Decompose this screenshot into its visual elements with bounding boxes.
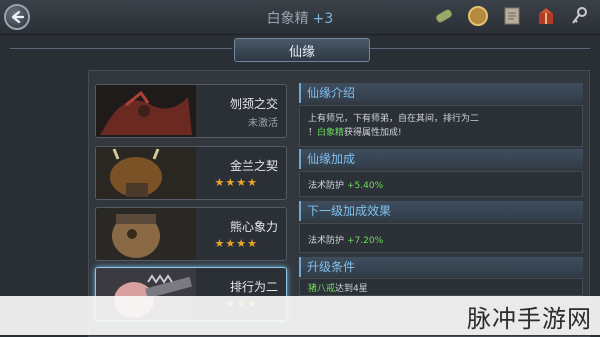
section-banner: 仙缘 bbox=[234, 38, 370, 62]
gift-icon[interactable] bbox=[534, 4, 558, 28]
next-bonus-label: 法术防护 bbox=[308, 236, 345, 246]
bonus-header: 仙缘加成 bbox=[299, 149, 583, 169]
banner-line-left bbox=[10, 48, 232, 49]
star-rating: ★★★★ bbox=[214, 176, 258, 189]
top-icons bbox=[432, 4, 592, 28]
intro-body: 上有师兄，下有师弟，自在其间，排行为二 ！白象精获得属性加成! bbox=[299, 105, 583, 147]
bonus-label: 法术防护 bbox=[308, 181, 345, 191]
next-bonus-title: 下一级加成效果 bbox=[307, 204, 392, 218]
hero-name: 白象精 bbox=[266, 11, 309, 27]
upgrade-title: 升级条件 bbox=[307, 260, 356, 274]
intro-header: 仙缘介绍 bbox=[299, 83, 583, 103]
next-bonus-header: 下一级加成效果 bbox=[299, 201, 583, 221]
watermark-text: 脉冲手游网 bbox=[467, 305, 592, 333]
banner-label: 仙缘 bbox=[288, 44, 315, 60]
banner-line-right bbox=[370, 48, 590, 49]
key-icon[interactable] bbox=[568, 4, 592, 28]
bonus-title: 仙缘加成 bbox=[307, 152, 356, 166]
intro-line-2-suffix: 获得属性加成! bbox=[344, 128, 402, 138]
bonus-body: 法术防护 +5.40% bbox=[299, 171, 583, 197]
star-rating: ★★★★ bbox=[214, 237, 258, 250]
card-art-3 bbox=[96, 208, 196, 260]
scroll-icon[interactable] bbox=[432, 4, 456, 28]
map-icon[interactable] bbox=[500, 4, 524, 28]
card-status: 未激活 bbox=[248, 118, 278, 129]
upgrade-hero-highlight: 猪八戒 bbox=[308, 284, 336, 294]
card-name: 金兰之契 bbox=[229, 159, 278, 173]
intro-line-2: ！白象精获得属性加成! bbox=[308, 126, 574, 140]
hero-level: +3 bbox=[312, 11, 334, 27]
card-name: 熊心象力 bbox=[229, 220, 278, 234]
card-3[interactable]: 熊心象力 ★★★★ bbox=[95, 207, 287, 261]
next-bonus-body: 法术防护 +7.20% bbox=[299, 223, 583, 253]
card-2[interactable]: 金兰之契 ★★★★ bbox=[95, 146, 287, 200]
intro-title: 仙缘介绍 bbox=[307, 86, 356, 100]
upgrade-body: 猪八戒达到4星 bbox=[299, 278, 583, 296]
card-1[interactable]: 刎颈之交 未激活 bbox=[95, 84, 287, 138]
intro-hero-highlight: 白象精 bbox=[317, 128, 345, 138]
upgrade-header: 升级条件 bbox=[299, 257, 583, 277]
card-art-2 bbox=[96, 147, 196, 199]
coin-icon[interactable] bbox=[466, 4, 490, 28]
card-name: 排行为二 bbox=[229, 280, 278, 294]
card-art-1 bbox=[96, 85, 196, 137]
next-bonus-value: +7.20% bbox=[347, 236, 384, 246]
upgrade-condition-suffix: 达到4星 bbox=[335, 284, 368, 294]
intro-line-2-prefix: ！ bbox=[308, 128, 318, 138]
bonus-value: +5.40% bbox=[347, 181, 384, 191]
card-name: 刎颈之交 bbox=[229, 97, 278, 111]
top-bar: 白象精 +3 bbox=[0, 0, 600, 35]
intro-line-1: 上有师兄，下有师弟，自在其间，排行为二 bbox=[308, 114, 480, 124]
